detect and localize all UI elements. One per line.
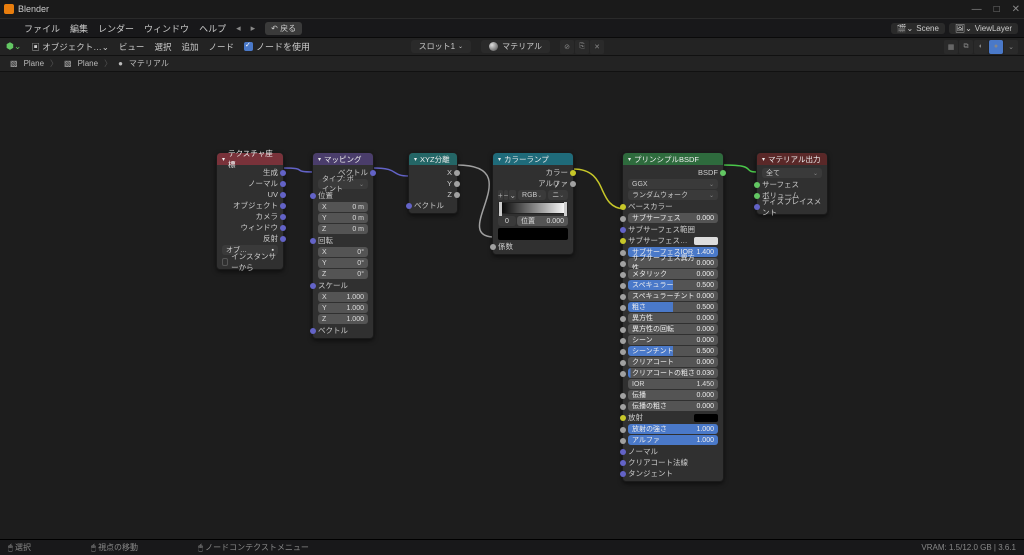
mode-dropdown[interactable]: ▣ オブジェクト…⌄ [31, 41, 109, 53]
instancer-checkbox[interactable]: インスタンサーから [217, 256, 283, 267]
titlebar: Blender — □ ✕ [0, 0, 1024, 18]
node-principled-bsdf[interactable]: ▾プリンシプルBSDF BSDF GGX⌄ ランダムウォーク⌄ ベースカラー サ… [622, 152, 724, 482]
scene-selector[interactable]: 🎬⌄Scene [891, 23, 945, 34]
menu-edit[interactable]: 編集 [70, 22, 88, 35]
toolbar-view[interactable]: ビュー [119, 41, 145, 53]
editor-toolbar: ⬢⌄ ▣ オブジェクト…⌄ ビュー 選択 追加 ノード ノードを使用 スロット1… [0, 38, 1024, 56]
tab-nav-next[interactable]: ▸ [251, 23, 256, 34]
menubar: ファイル 編集 レンダー ウィンドウ ヘルプ ◂ ▸ ↶ 戻る 🎬⌄Scene … [0, 18, 1024, 38]
menu-render[interactable]: レンダー [98, 22, 134, 35]
node-separate-xyz[interactable]: ▾XYZ分離 X Y Z ベクトル [408, 152, 458, 214]
ramp-add[interactable]: + [498, 190, 503, 200]
copy-icon[interactable]: ⎘ [575, 40, 589, 54]
menu-window[interactable]: ウィンドウ [144, 22, 189, 35]
minimize-button[interactable]: — [972, 4, 982, 15]
blender-icon [4, 4, 14, 14]
node-color-ramp[interactable]: ▾カラーランプ カラー アルファ + − ⌄ RGB⌄ リニア⌄ 0 位置0.0… [492, 152, 574, 255]
editor-type-icon[interactable]: ⬢⌄ [6, 41, 21, 52]
overlay-icon[interactable]: ▦ [944, 40, 958, 54]
toolbar-select[interactable]: 選択 [154, 41, 171, 53]
ramp-color-swatch[interactable] [498, 228, 568, 240]
shading-icon[interactable]: ● [989, 40, 1003, 54]
material-selector[interactable]: マテリアル [481, 40, 550, 53]
color-ramp-gradient[interactable] [498, 202, 568, 214]
use-nodes-checkbox[interactable]: ノードを使用 [244, 40, 310, 53]
tab-nav-prev[interactable]: ◂ [236, 23, 241, 34]
breadcrumb-2[interactable]: マテリアル [129, 58, 169, 69]
status-mouse: 🖱 選択 [8, 542, 31, 553]
status-vram: VRAM: 1.5/12.0 GB | 3.6.1 [921, 543, 1016, 552]
breadcrumb-0[interactable]: Plane [24, 59, 44, 68]
maximize-button[interactable]: □ [994, 4, 1000, 15]
proportional-icon[interactable]: ◐ [974, 40, 988, 54]
node-texture-coordinate[interactable]: ▾テクスチャ座標 生成 ノーマル UV オブジェクト カメラ ウィンドウ 反射 … [216, 152, 284, 270]
toolbar-node[interactable]: ノード [208, 41, 234, 53]
breadcrumb: ▧Plane 〉 ▧Plane 〉 ●マテリアル [0, 56, 1024, 72]
slot-selector[interactable]: スロット1⌄ [411, 40, 471, 53]
pin-icon[interactable]: ⊘ [560, 40, 574, 54]
ramp-remove[interactable]: − [504, 190, 509, 200]
close-button[interactable]: ✕ [1012, 4, 1020, 15]
breadcrumb-1[interactable]: Plane [78, 59, 98, 68]
menu-file[interactable]: ファイル [24, 22, 60, 35]
toolbar-add[interactable]: 追加 [181, 41, 198, 53]
app-title: Blender [18, 4, 49, 14]
viewlayer-selector[interactable]: 🖼⌄ViewLayer [949, 23, 1018, 34]
status-context: 🖱 ノードコンテクストメニュー [198, 542, 309, 553]
snap-icon[interactable]: ⧉ [959, 40, 973, 54]
ramp-menu[interactable]: ⌄ [509, 190, 516, 200]
unlink-icon[interactable]: ✕ [590, 40, 604, 54]
back-button[interactable]: ↶ 戻る [265, 22, 302, 35]
status-grab: 🖱 視点の移動 [91, 542, 138, 553]
node-material-output[interactable]: ▾マテリアル出力 全て⌄ サーフェス ボリューム ディスプレイスメント [756, 152, 828, 215]
blender-logo-icon [6, 24, 14, 32]
menu-help[interactable]: ヘルプ [199, 22, 226, 35]
expand-icon[interactable]: ⌄ [1004, 40, 1018, 54]
node-mapping[interactable]: ▾マッピング ベクトル タイプ: ポイント⌄ 位置 X0 m Y0 m Z0 m… [312, 152, 374, 339]
node-canvas[interactable]: ▾テクスチャ座標 生成 ノーマル UV オブジェクト カメラ ウィンドウ 反射 … [0, 72, 1024, 539]
mapping-type[interactable]: タイプ: ポイント⌄ [318, 179, 368, 189]
statusbar: 🖱 選択 🖱 視点の移動 🖱 ノードコンテクストメニュー VRAM: 1.5/1… [0, 539, 1024, 555]
